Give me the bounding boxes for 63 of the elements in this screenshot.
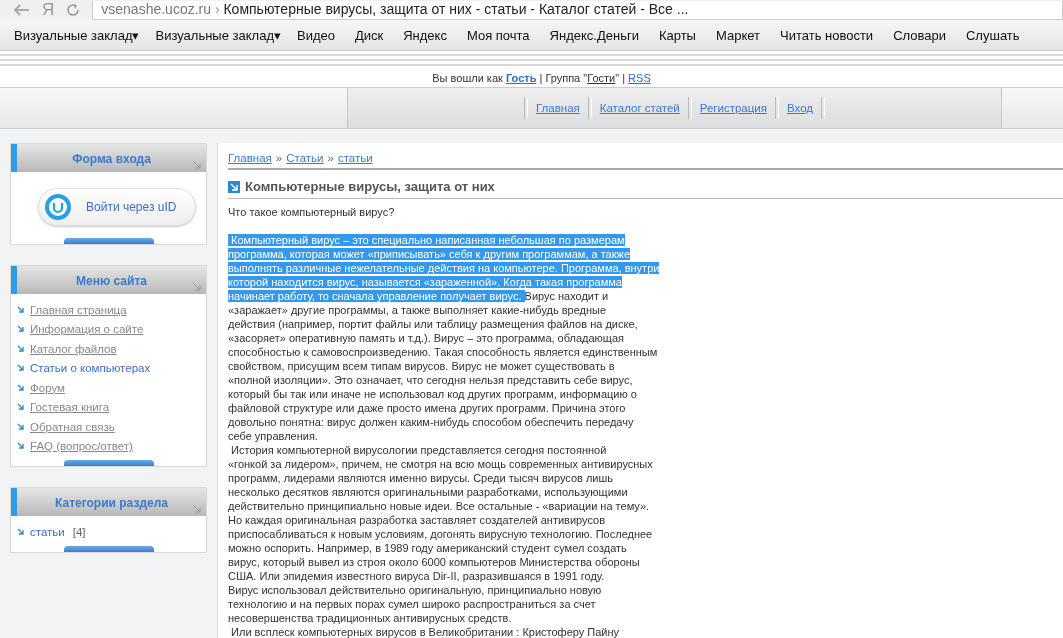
menu-link[interactable]: Обратная связь — [30, 420, 115, 433]
collapse-tab[interactable] — [63, 238, 154, 244]
bookmark-item[interactable]: Словари — [893, 27, 946, 43]
arrow-icon — [17, 527, 25, 536]
arrow-icon — [17, 383, 25, 392]
breadcrumb-separator: » — [275, 152, 283, 164]
bookmark-item[interactable]: Маркет — [715, 27, 760, 43]
address-bar[interactable]: vsenashe.ucoz.ru › Компьютерные вирусы, защита от них - статьи - Каталог статей - Все ... — [92, 0, 1063, 20]
menu-link[interactable]: Форум — [30, 381, 65, 394]
collapse-tab[interactable] — [63, 460, 154, 466]
article-paragraph: Компьютерный вирус – это специально написанная небольшая по размерам программа, которая может «приписывать» себя к другим программам, а также выполнять различные нежелательные действия на компьютере. Программа, внутри которой находится вирус, называется «зараженной». Когда такая программа начинает работу, то сначала управление получает вирус. Вирус находит и «заражает» другие программы, а также выполняет какие-нибудь вредные действия (например, портит файлы или таблицу размещения файлов на диске, «засоряет» оперативную память и т.д.). Вирус – это программа, обладающая способностью к самовоспроизведению. Такая способность является единственным свойством, присущим всем типам вирусов. Вирус не может существовать в «полной изоляции». Это означает, что сегодня нельзя представить себе вирус, который бы так или иначе не использовал код других программ, информацию о файловой структуре или даже просто имена других программ. Причина этого довольно понятна: вирус должен каким-нибудь способом обеспечить передачу себе управления. — [228, 233, 661, 443]
article-title: Компьютерные вирусы, защита от них — [245, 179, 495, 194]
arrow-icon — [17, 305, 25, 314]
arrow-icon — [17, 442, 25, 451]
nav-link[interactable]: Каталог статей — [599, 102, 680, 114]
power-icon — [44, 193, 72, 221]
bookmark-item[interactable]: Диск — [354, 27, 384, 43]
nav-link[interactable]: Главная — [536, 102, 580, 114]
bookmark-item[interactable]: Яндекс — [403, 27, 447, 43]
block-title: Категории раздела — [55, 496, 168, 510]
article-question: Что такое компьютерный вирус? — [228, 205, 396, 219]
block-title: Форма входа — [72, 152, 151, 166]
block-title: Меню сайта — [76, 274, 147, 288]
arrow-icon — [17, 364, 25, 373]
group-link[interactable]: Гости — [587, 72, 616, 84]
menu-link[interactable]: FAQ (вопрос/ответ) — [30, 440, 133, 453]
category-link[interactable]: статьи — [30, 525, 65, 538]
uid-login-button[interactable]: Войти через uID — [38, 188, 196, 226]
collapse-tab[interactable] — [63, 545, 154, 552]
bookmark-item[interactable]: Визуальные заклад▾ — [155, 27, 281, 43]
breadcrumb-link[interactable]: Главная — [228, 152, 272, 164]
menu-link[interactable]: Главная страница — [30, 303, 127, 316]
arrow-icon — [228, 180, 240, 193]
reload-icon[interactable] — [66, 3, 81, 17]
breadcrumb-link[interactable]: статьи — [337, 152, 373, 164]
rss-link[interactable]: RSS — [628, 72, 651, 84]
bookmark-item[interactable]: Читать новости — [780, 27, 874, 43]
arrow-icon — [192, 282, 202, 292]
arrow-icon — [17, 422, 25, 431]
user-link[interactable]: Гость — [505, 72, 537, 84]
breadcrumb-separator: » — [327, 152, 334, 164]
arrow-icon — [17, 344, 25, 353]
arrow-icon — [17, 325, 25, 334]
menu-link[interactable]: Статьи о компьютерах — [30, 362, 151, 375]
item-count: [4] — [72, 525, 86, 538]
menu-link[interactable]: Каталог файлов — [30, 342, 117, 355]
bookmark-item[interactable]: Визуальные заклад▾ — [14, 27, 140, 43]
bookmark-item[interactable]: Слушать — [966, 27, 1020, 43]
arrow-icon — [17, 403, 25, 412]
arrow-icon — [192, 160, 202, 170]
back-icon[interactable] — [14, 4, 30, 16]
bookmark-item[interactable]: Яндекс.Деньги — [549, 27, 639, 43]
bookmark-item[interactable]: Видео — [296, 27, 335, 43]
article-paragraph: История компьютерной вирусологии представляется сегодня постоянной «гонкой за лидером», причем, не смотря на всю мощь современных антивирусных программ, лидерами являются именно вирусы. Среди тысяч вирусов лишь несколько десятков являются оригинальными разработками, использующими действительно принципиально новые идеи. Все остальные - «вариации на тему». Но каждая оригинальная разработка заставляет создателей антивирусов приспосабливаться к новым условиям, догонять вирусную технологию. Последнее можно оспорить. Например, в 1989 году американский студент сумел создать вирус, который вывел из строя около 6000 компьютеров Министерства обороны США. Или эпидемия известного вируса Dir-II, разразившаяся в 1991 году. Вирус использовал действительно оригинальную, принципиально новую технологию и на первых порах сумел широко распространиться за счет несовершенства традиционных антивирусных средств. Или всплеск компьютерных вирусов в Великобритании : Кристоферу Пайну — [228, 443, 654, 638]
nav-link[interactable]: Вход — [787, 102, 813, 114]
bookmark-item[interactable]: Моя почта — [466, 27, 530, 43]
arrow-icon — [192, 504, 202, 514]
breadcrumb-link[interactable]: Статьи — [286, 152, 324, 164]
login-status-text: Вы вошли как Гость | Группа "Гости" | RSS — [0, 69, 1063, 87]
menu-link[interactable]: Гостевая книга — [30, 401, 110, 414]
nav-link[interactable]: Регистрация — [699, 102, 767, 114]
bookmark-item[interactable]: Карты — [658, 27, 696, 43]
menu-link[interactable]: Информация о сайте — [30, 323, 144, 336]
